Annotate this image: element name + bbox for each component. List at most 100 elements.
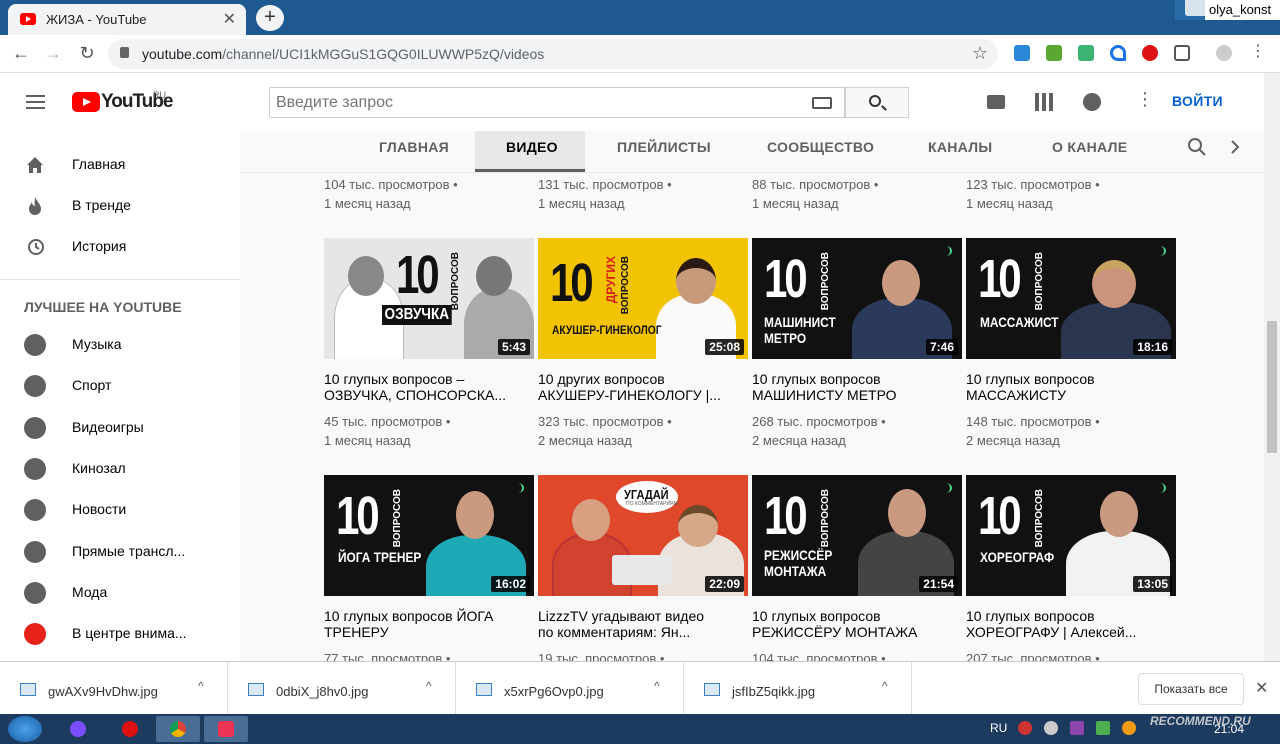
- keyboard-icon[interactable]: [812, 97, 832, 109]
- channel-search-icon[interactable]: [1187, 137, 1207, 157]
- video-title[interactable]: LizzzTV угадывают видео по комментариям: …: [538, 608, 738, 640]
- video-title[interactable]: 10 глупых вопросов ЙОГА ТРЕНЕРУ: [324, 608, 524, 640]
- download-extension-icon[interactable]: [1046, 45, 1062, 61]
- video-thumbnail[interactable]: 10 ВОПРОСОВ РЕЖИССЁР МОНТАЖА 21:54: [752, 475, 962, 596]
- thumbnail-number: 10: [550, 253, 594, 313]
- taskbar-opera[interactable]: [108, 716, 152, 742]
- video-thumbnail[interactable]: 10 ВОПРОСОВ ХОРЕОГРАФ 13:05: [966, 475, 1176, 596]
- apps-grid-icon[interactable]: [1035, 93, 1053, 111]
- delta-extension-icon[interactable]: [1110, 45, 1126, 61]
- tray-icon[interactable]: [1094, 716, 1114, 742]
- video-thumbnail[interactable]: 10 ВОПРОСОВ МАШИНИСТ МЕТРО 7:46: [752, 238, 962, 359]
- sidebar-item-home[interactable]: Главная: [0, 144, 240, 184]
- video-title[interactable]: 10 глупых вопросов ХОРЕОГРАФУ | Алексей..…: [966, 608, 1166, 640]
- tab-about[interactable]: О КАНАЛЕ: [1052, 139, 1127, 155]
- tab-home[interactable]: ГЛАВНАЯ: [379, 139, 449, 155]
- tab-community[interactable]: СООБЩЕСТВО: [767, 139, 874, 155]
- sidebar-item-movies[interactable]: Кинозал: [0, 448, 240, 488]
- start-button-icon[interactable]: [8, 716, 42, 742]
- screenshot-extension-icon[interactable]: [1174, 45, 1190, 61]
- tab-playlists[interactable]: ПЛЕЙЛИСТЫ: [617, 139, 711, 155]
- video-title[interactable]: 10 глупых вопросов – ОЗВУЧКА, СПОНСОРСКА…: [324, 371, 524, 403]
- sidebar-item-history[interactable]: История: [0, 226, 240, 266]
- tray-icon[interactable]: [1120, 716, 1140, 742]
- music-icon: [24, 334, 46, 356]
- scrollbar-thumb[interactable]: [1267, 321, 1277, 453]
- sidebar-item-sport[interactable]: Спорт: [0, 365, 240, 405]
- sidebar-item-fashion[interactable]: Мода: [0, 572, 240, 612]
- sidebar-item-gaming[interactable]: Видеоигры: [0, 407, 240, 447]
- sidebar-item-news[interactable]: Новости: [0, 489, 240, 529]
- search-input[interactable]: [269, 87, 845, 118]
- download-item[interactable]: gwAXv9HvDhw.jpg ^: [0, 662, 228, 715]
- taskbar-chrome[interactable]: [156, 716, 200, 742]
- thumbnail-vop: ВОПРОСОВ: [1034, 252, 1045, 311]
- hamburger-menu-icon[interactable]: [26, 95, 45, 109]
- close-download-bar-icon[interactable]: ✕: [1255, 678, 1268, 698]
- youtube-logo-icon[interactable]: [72, 92, 100, 112]
- page-scrollbar[interactable]: [1264, 73, 1280, 661]
- tab-close-icon[interactable]: ✕: [223, 9, 236, 29]
- search-button[interactable]: [845, 87, 909, 118]
- video-views: 19 тыс. просмотров •: [538, 651, 665, 661]
- taskbar-app[interactable]: [56, 716, 100, 742]
- url-host: youtube.com: [142, 46, 223, 62]
- thumbnail-person: [1092, 260, 1136, 308]
- video-title[interactable]: 10 глупых вопросов МАШИНИСТУ МЕТРО: [752, 371, 952, 403]
- download-item[interactable]: x5xrPg6Ovp0.jpg ^: [456, 662, 684, 715]
- url-field[interactable]: youtube.com/channel/UCI1kMGGuS1GQG0ILUWW…: [108, 39, 998, 69]
- video-thumbnail[interactable]: 10 ВОПРОСОВ МАССАЖИСТ 18:16: [966, 238, 1176, 359]
- back-icon[interactable]: ←: [10, 43, 32, 64]
- video-views: 131 тыс. просмотров •: [538, 177, 672, 192]
- video-title[interactable]: 10 других вопросов АКУШЕРУ-ГИНЕКОЛОГУ |..…: [538, 371, 738, 403]
- sidebar-divider: [0, 279, 240, 280]
- chevron-up-icon[interactable]: ^: [882, 679, 888, 693]
- video-title[interactable]: 10 глупых вопросов МАССАЖИСТУ: [966, 371, 1166, 403]
- language-indicator[interactable]: RU: [990, 721, 1007, 735]
- tab-videos[interactable]: ВИДЕО: [506, 139, 558, 155]
- chevron-up-icon[interactable]: ^: [654, 679, 660, 693]
- video-thumbnail[interactable]: 10 ВОПРОСОВ ЙОГА ТРЕНЕР 16:02: [324, 475, 534, 596]
- thumbnail-person: [456, 491, 494, 539]
- tab-channels[interactable]: КАНАЛЫ: [928, 139, 992, 155]
- new-tab-button[interactable]: +: [256, 5, 284, 31]
- create-video-icon[interactable]: [987, 95, 1005, 109]
- reload-icon[interactable]: ↻: [76, 43, 98, 64]
- video-thumbnail[interactable]: 10 ВОПРОСОВ ОЗВУЧКА 5:43: [324, 238, 534, 359]
- bookmark-star-icon[interactable]: ☆: [972, 43, 988, 64]
- video-views: 88 тыс. просмотров •: [752, 177, 879, 192]
- chevron-up-icon[interactable]: ^: [426, 679, 432, 693]
- sidebar-item-spotlight[interactable]: В центре внима...: [0, 613, 240, 653]
- show-all-downloads-button[interactable]: Показать все: [1138, 673, 1244, 705]
- thumbnail-vop: ВОПРОСОВ: [820, 252, 831, 311]
- video-duration: 22:09: [705, 576, 744, 592]
- sidebar-item-live[interactable]: Прямые трансл...: [0, 531, 240, 571]
- sidebar-item-music[interactable]: Музыка: [0, 324, 240, 364]
- thumbnail-caption: ЙОГА ТРЕНЕР: [338, 549, 422, 565]
- taskbar-paint[interactable]: [204, 716, 248, 742]
- signin-button[interactable]: ВОЙТИ: [1172, 93, 1223, 109]
- chevron-up-icon[interactable]: ^: [198, 679, 204, 693]
- video-duration: 13:05: [1133, 576, 1172, 592]
- chevron-right-icon[interactable]: [1228, 139, 1242, 155]
- video-thumbnail[interactable]: 10 ДРУГИХ ВОПРОСОВ АКУШЕР-ГИНЕКОЛОГ 25:0…: [538, 238, 748, 359]
- tray-icon[interactable]: [1068, 716, 1088, 742]
- shield-extension-icon[interactable]: [1078, 45, 1094, 61]
- tray-icon[interactable]: [1016, 716, 1036, 742]
- settings-dots-icon[interactable]: ⋮: [1136, 89, 1154, 110]
- tray-icon[interactable]: [1042, 716, 1062, 742]
- video-title[interactable]: 10 глупых вопросов РЕЖИССЁРУ МОНТАЖА: [752, 608, 952, 640]
- adblock-extension-icon[interactable]: [1142, 45, 1158, 61]
- sidebar-item-trending[interactable]: В тренде: [0, 185, 240, 225]
- menu-dots-icon[interactable]: ⋮: [1250, 41, 1266, 60]
- profile-avatar-icon[interactable]: [1216, 45, 1232, 61]
- download-filename: gwAXv9HvDhw.jpg: [48, 684, 158, 699]
- forward-icon[interactable]: →: [42, 43, 64, 64]
- video-views: 45 тыс. просмотров •: [324, 414, 451, 429]
- download-item[interactable]: jsfIbZ5qikk.jpg ^: [684, 662, 912, 715]
- browser-tab[interactable]: ЖИЗА - YouTube ✕: [8, 4, 246, 35]
- extension-icon[interactable]: [1014, 45, 1030, 61]
- download-item[interactable]: 0dbiX_j8hv0.jpg ^: [228, 662, 456, 715]
- messages-icon[interactable]: [1083, 93, 1101, 111]
- video-thumbnail[interactable]: УГАДАЙ ПО КОММЕНТАРИЯМ 22:09: [538, 475, 748, 596]
